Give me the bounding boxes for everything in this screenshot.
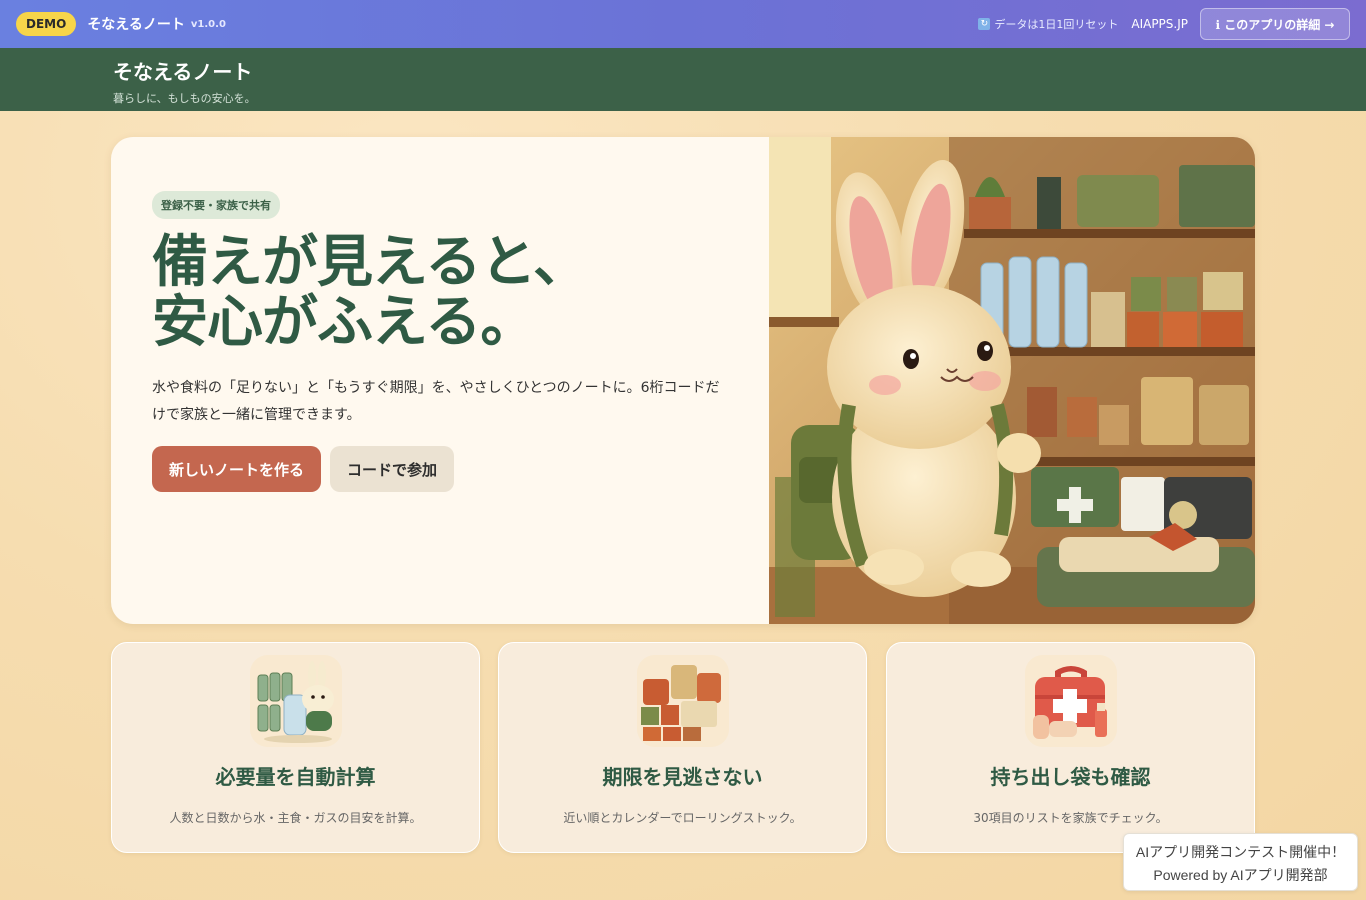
demo-app-title: そなえるノート (87, 17, 185, 33)
water-bottles-rabbit-icon (250, 655, 342, 747)
canned-food-icon (637, 655, 729, 747)
hero-heading-line1: 備えが見えると、 (152, 230, 589, 295)
feature-title: 持ち出し袋も確認 (990, 765, 1151, 789)
feature-title: 期限を見逃さない (602, 765, 763, 789)
reset-note: ↻ データは1日1回リセット (978, 16, 1118, 32)
feature-card-expiry: 期限を見逃さない 近い順とカレンダーでローリングストック。 (498, 642, 867, 853)
feature-desc: 近い順とカレンダーでローリングストック。 (563, 811, 802, 825)
first-aid-kit-icon (1025, 655, 1117, 747)
feature-card-bag: 持ち出し袋も確認 30項目のリストを家族でチェック。 (886, 642, 1255, 853)
reset-note-text: データは1日1回リセット (994, 18, 1119, 31)
feature-card-calc: 必要量を自動計算 人数と日数から水・主食・ガスの目安を計算。 (111, 642, 480, 853)
app-header: そなえるノート 暮らしに、もしもの安心を。 (0, 48, 1366, 111)
demo-version: v1.0.0 (190, 18, 226, 30)
hero-description: 水や食料の「足りない」と「もうすぐ期限」を、やさしくひとつのノートに。6桁コード… (152, 380, 720, 423)
hero-card: 登録不要・家族で共有 備えが見えると、 安心がふえる。 水や食料の「足りない」と… (111, 137, 1255, 624)
app-name[interactable]: そなえるノート (113, 56, 1366, 85)
app-tagline: 暮らしに、もしもの安心を。 (113, 92, 256, 105)
demo-bar-right: ↻ データは1日1回リセット AIAPPS.JP ℹ このアプリの詳細 → (978, 8, 1350, 40)
feature-title: 必要量を自動計算 (215, 765, 376, 789)
join-with-code-button[interactable]: コードで参加 (330, 446, 455, 492)
hero-heading-line2: 安心がふえる。 (152, 290, 536, 355)
hero-buttons: 新しいノートを作る コードで参加 (152, 446, 752, 492)
create-note-button[interactable]: 新しいノートを作る (152, 446, 322, 492)
hero-rabbit-illustration (769, 137, 1255, 624)
contest-line2: Powered by AIアプリ開発部 (1153, 867, 1328, 883)
demo-bar: DEMO そなえるノート v1.0.0 ↻ データは1日1回リセット AIAPP… (0, 0, 1366, 48)
feature-desc: 30項目のリストを家族でチェック。 (973, 811, 1168, 825)
contest-line1: AIアプリ開発コンテスト開催中！ (1135, 844, 1346, 860)
contest-badge[interactable]: AIアプリ開発コンテスト開催中！ Powered by AIアプリ開発部 (1123, 833, 1358, 891)
demo-badge: DEMO (16, 12, 77, 36)
hero-text: 登録不要・家族で共有 備えが見えると、 安心がふえる。 水や食料の「足りない」と… (152, 191, 752, 492)
feature-desc: 人数と日数から水・主食・ガスの目安を計算。 (169, 811, 422, 825)
hero-chip: 登録不要・家族で共有 (152, 191, 280, 219)
hero-heading: 備えが見えると、 安心がふえる。 (152, 233, 752, 353)
aiapps-link[interactable]: AIAPPS.JP (1131, 17, 1188, 31)
refresh-icon: ↻ (978, 18, 991, 30)
app-detail-button[interactable]: ℹ このアプリの詳細 → (1200, 8, 1350, 40)
